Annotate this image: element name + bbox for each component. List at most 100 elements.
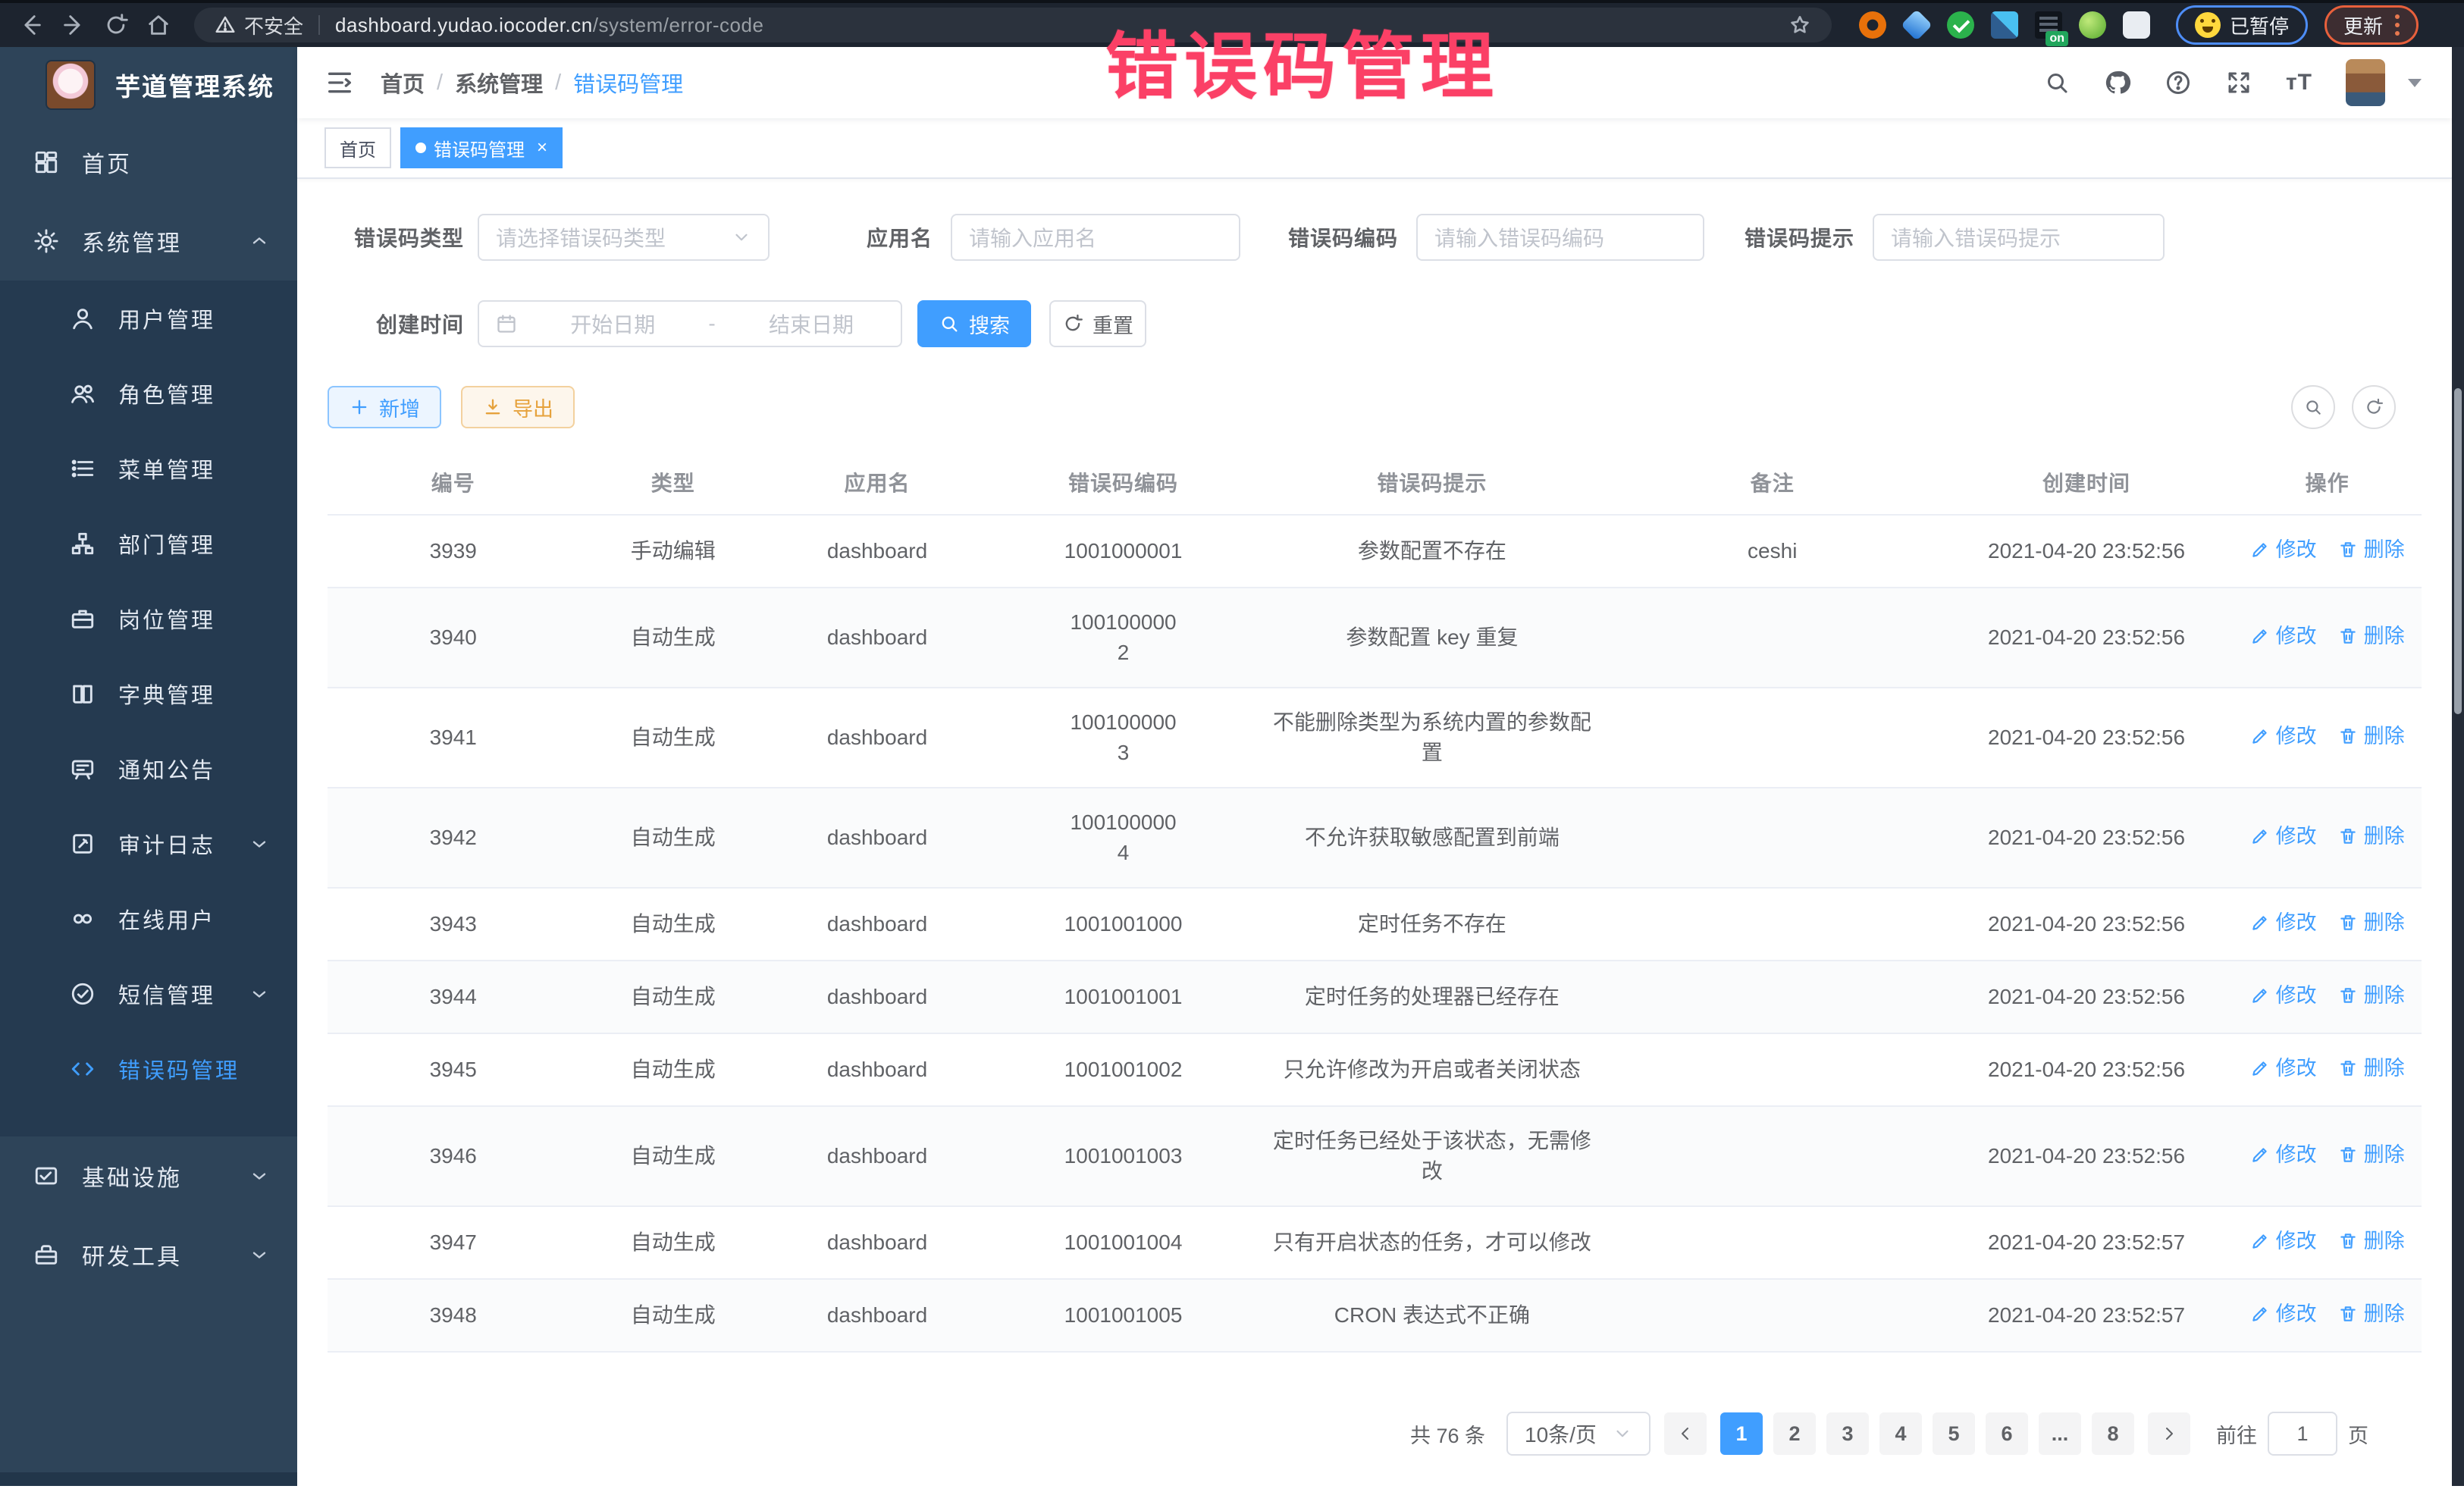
search-button[interactable]: 搜索: [917, 300, 1031, 347]
browser-reload-button[interactable]: [99, 8, 133, 42]
search-icon[interactable]: [2043, 69, 2071, 96]
extensions-puzzle-icon[interactable]: [2123, 11, 2150, 39]
edit-link[interactable]: 修改: [2250, 1299, 2317, 1329]
delete-link[interactable]: 删除: [2338, 908, 2405, 938]
app-logo-row[interactable]: 芋道管理系统: [0, 47, 297, 123]
delete-link[interactable]: 删除: [2338, 1226, 2405, 1256]
date-range-picker[interactable]: 开始日期 - 结束日期: [478, 300, 902, 347]
add-button[interactable]: 新增: [328, 386, 441, 428]
edit-link[interactable]: 修改: [2250, 1139, 2317, 1170]
edit-link[interactable]: 修改: [2250, 908, 2317, 938]
page-ellipsis[interactable]: ...: [2039, 1412, 2081, 1455]
edit-link[interactable]: 修改: [2250, 721, 2317, 751]
table-cell: 只允许修改为开启或者关闭状态: [1259, 1033, 1605, 1106]
delete-link[interactable]: 删除: [2338, 1139, 2405, 1170]
prev-page-button[interactable]: [1664, 1412, 1707, 1455]
tag-item[interactable]: 首页: [324, 127, 391, 168]
edit-link[interactable]: 修改: [2250, 1053, 2317, 1083]
extension-icon-list[interactable]: on: [2035, 11, 2062, 39]
delete-link[interactable]: 删除: [2338, 721, 2405, 751]
end-date-placeholder[interactable]: 结束日期: [769, 309, 854, 339]
fullscreen-icon[interactable]: [2225, 69, 2252, 96]
scrollbar-thumb[interactable]: [2454, 388, 2462, 714]
browser-menu-icon[interactable]: [2395, 14, 2400, 36]
extension-icon-green-check[interactable]: [1947, 11, 1974, 39]
edit-link[interactable]: 修改: [2250, 980, 2317, 1011]
browser-forward-button[interactable]: [56, 8, 91, 42]
profile-paused-badge[interactable]: 已暂停: [2176, 5, 2308, 45]
page-button-1[interactable]: 1: [1720, 1412, 1763, 1455]
sidebar-item-部门管理[interactable]: 部门管理: [0, 506, 297, 581]
page-button-8[interactable]: 8: [2092, 1412, 2134, 1455]
not-secure-badge[interactable]: 不安全: [214, 11, 303, 39]
delete-link[interactable]: 删除: [2338, 1053, 2405, 1083]
app-name-input[interactable]: 请输入应用名: [951, 214, 1240, 261]
sidebar-item-字典管理[interactable]: 字典管理: [0, 656, 297, 731]
sidebar-item-在线用户[interactable]: 在线用户: [0, 881, 297, 956]
breadcrumb-item[interactable]: 首页: [381, 67, 425, 99]
extension-icon-orange[interactable]: [1859, 11, 1886, 39]
browser-update-button[interactable]: 更新: [2324, 5, 2419, 45]
page-button-2[interactable]: 2: [1773, 1412, 1816, 1455]
export-button[interactable]: 导出: [461, 386, 575, 428]
github-icon[interactable]: [2104, 69, 2131, 96]
error-hint-input[interactable]: 请输入错误码提示: [1873, 214, 2165, 261]
page-button-5[interactable]: 5: [1933, 1412, 1975, 1455]
sidebar-item-通知公告[interactable]: 通知公告: [0, 731, 297, 806]
table-settings: [2291, 385, 2422, 429]
sidebar-item-基础设施[interactable]: 基础设施: [0, 1136, 297, 1215]
font-size-icon[interactable]: тT: [2286, 70, 2312, 96]
chevron-down-icon[interactable]: [2408, 79, 2422, 87]
page-button-6[interactable]: 6: [1986, 1412, 2028, 1455]
help-icon[interactable]: [2165, 69, 2192, 96]
table-cell: 3948: [328, 1279, 578, 1352]
sidebar-item-错误码管理[interactable]: 错误码管理: [0, 1031, 297, 1106]
sidebar-item-审计日志[interactable]: 审计日志: [0, 806, 297, 881]
page-button-3[interactable]: 3: [1826, 1412, 1869, 1455]
browser-back-button[interactable]: [14, 8, 49, 42]
sidebar-item-用户管理[interactable]: 用户管理: [0, 281, 297, 356]
sidebar-item-角色管理[interactable]: 角色管理: [0, 356, 297, 431]
next-page-button[interactable]: [2148, 1412, 2190, 1455]
table-cell: 3941: [328, 688, 578, 788]
goto-page-input[interactable]: 1: [2268, 1412, 2337, 1456]
sidebar-item-系统管理[interactable]: 系统管理: [0, 202, 297, 281]
breadcrumb-item[interactable]: 系统管理: [455, 67, 543, 99]
browser-home-button[interactable]: [141, 8, 176, 42]
edit-link[interactable]: 修改: [2250, 621, 2317, 651]
edit-link[interactable]: 修改: [2250, 534, 2317, 565]
window-scrollbar[interactable]: [2452, 47, 2464, 1486]
tag-active[interactable]: 错误码管理×: [400, 127, 563, 168]
bookmark-star-icon[interactable]: [1788, 13, 1812, 37]
page-size-select[interactable]: 10条/页: [1506, 1412, 1651, 1456]
extension-icon-squares[interactable]: [1991, 11, 2018, 39]
delete-link[interactable]: 删除: [2338, 821, 2405, 851]
delete-link[interactable]: 删除: [2338, 980, 2405, 1011]
edit-icon: [2250, 726, 2270, 746]
user-avatar[interactable]: [2346, 59, 2385, 106]
extension-icon-gem[interactable]: [1901, 9, 1933, 41]
sidebar-item-首页[interactable]: 首页: [0, 123, 297, 202]
url-divider: [318, 15, 320, 35]
edit-link[interactable]: 修改: [2250, 1226, 2317, 1256]
toggle-search-button[interactable]: [2291, 385, 2335, 429]
address-bar[interactable]: 不安全 dashboard.yudao.iocoder.cn/system/er…: [194, 8, 1832, 42]
hamburger-icon[interactable]: [324, 67, 355, 98]
delete-link[interactable]: 删除: [2338, 621, 2405, 651]
delete-link[interactable]: 删除: [2338, 1299, 2405, 1329]
close-icon[interactable]: ×: [537, 137, 547, 158]
delete-link[interactable]: 删除: [2338, 534, 2405, 565]
error-code-input[interactable]: 请输入错误码编码: [1416, 214, 1704, 261]
edit-link[interactable]: 修改: [2250, 821, 2317, 851]
sidebar-item-研发工具[interactable]: 研发工具: [0, 1215, 297, 1294]
error-type-select[interactable]: 请选择错误码类型: [478, 214, 770, 261]
start-date-placeholder[interactable]: 开始日期: [570, 309, 655, 339]
reset-button[interactable]: 重置: [1049, 300, 1146, 347]
refresh-table-button[interactable]: [2352, 385, 2396, 429]
warning-icon: [214, 14, 237, 36]
page-button-4[interactable]: 4: [1879, 1412, 1922, 1455]
sidebar-item-岗位管理[interactable]: 岗位管理: [0, 581, 297, 656]
extension-icon-key[interactable]: [2079, 11, 2106, 39]
sidebar-item-短信管理[interactable]: 短信管理: [0, 956, 297, 1031]
sidebar-item-菜单管理[interactable]: 菜单管理: [0, 431, 297, 506]
